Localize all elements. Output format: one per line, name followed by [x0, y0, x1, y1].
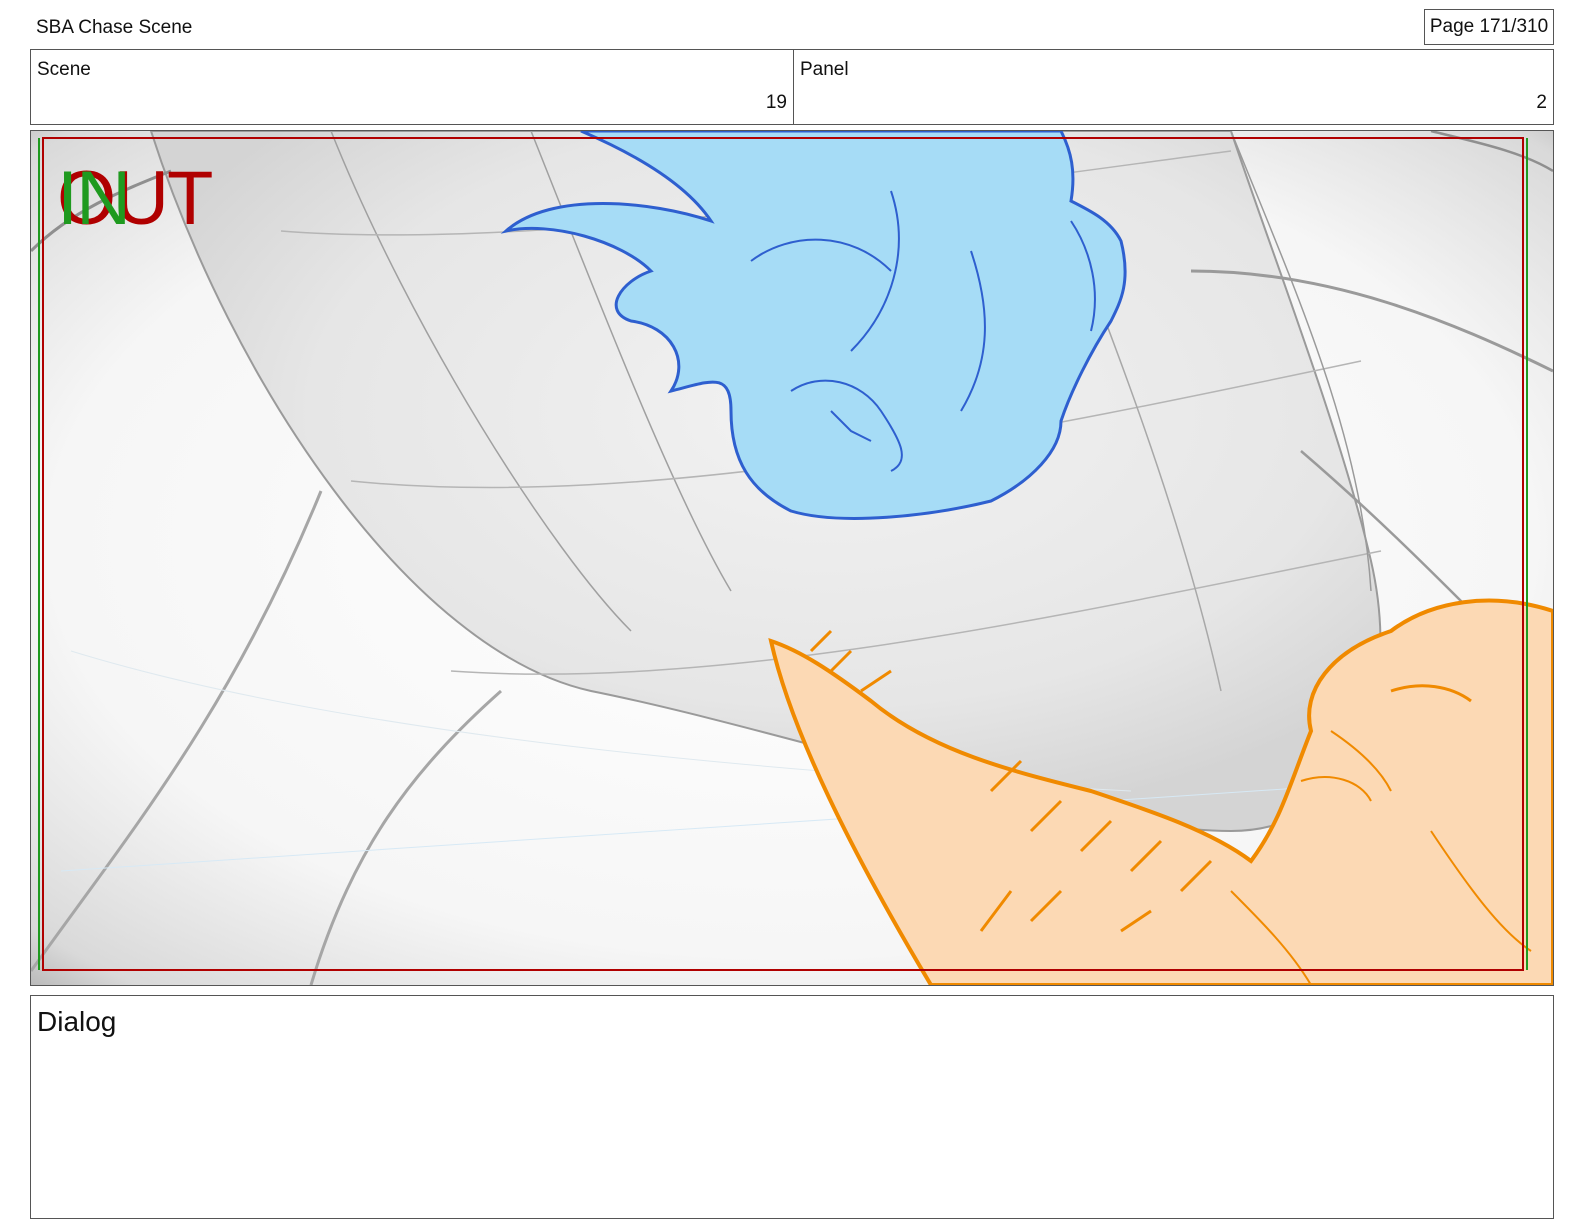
dialog-label: Dialog — [37, 1006, 117, 1037]
panel-label: Panel — [800, 59, 849, 80]
scene-cell: Scene 19 — [31, 50, 794, 124]
scene-label: Scene — [37, 59, 91, 80]
panel-number: 2 — [1536, 92, 1547, 113]
in-marker: IN — [57, 156, 131, 241]
dialog-box: Dialog — [30, 995, 1554, 1219]
scene-number: 19 — [765, 92, 787, 113]
storyboard-drawing — [31, 131, 1553, 985]
project-title: SBA Chase Scene — [36, 17, 193, 38]
storyboard-frame: OUT IN — [30, 130, 1554, 986]
in-out-marker: OUT IN — [57, 156, 213, 241]
scene-panel-info: Scene 19 Panel 2 — [30, 49, 1554, 125]
page-number: Page 171/310 — [1424, 9, 1554, 45]
panel-cell: Panel 2 — [794, 50, 1553, 124]
